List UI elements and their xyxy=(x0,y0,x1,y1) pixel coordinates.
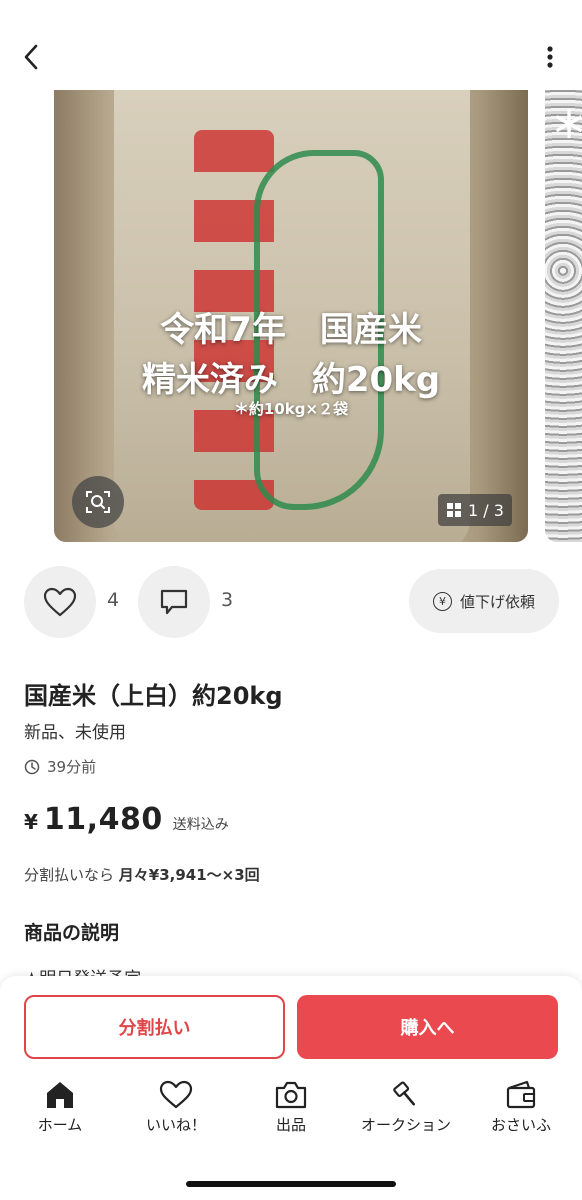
posted-time: 39分前 xyxy=(24,756,96,777)
shipping-note: 送料込み xyxy=(172,817,229,833)
product-condition: 新品、未使用 xyxy=(24,723,126,743)
tab-auction-label: オークション xyxy=(360,1116,451,1134)
next-photo-mark: ＊ xyxy=(551,96,582,148)
heart-icon xyxy=(43,587,77,617)
grid-icon xyxy=(447,503,462,517)
price-block: ¥ 11,480 送料込み xyxy=(24,802,229,837)
photo-counter-text: 1 / 3 xyxy=(468,500,504,520)
posted-time-text: 39分前 xyxy=(47,758,97,776)
price-request-button[interactable]: ¥ 値下げ依頼 xyxy=(409,569,559,633)
price-currency: ¥ xyxy=(24,810,38,834)
home-icon xyxy=(47,1082,73,1108)
tab-auction[interactable]: オークション xyxy=(348,1080,464,1135)
camera-icon xyxy=(275,1081,307,1109)
installment-info[interactable]: 分割払いなら 月々¥3,941〜×3回 xyxy=(24,864,260,885)
installment-value: 月々¥3,941〜×3回 xyxy=(118,866,260,884)
like-button[interactable] xyxy=(24,566,96,638)
photo-counter: 1 / 3 xyxy=(438,494,512,526)
like-count: 4 xyxy=(107,589,120,611)
image-search-button[interactable] xyxy=(72,476,124,528)
comment-count: 3 xyxy=(221,589,234,611)
price-request-label: 値下げ依頼 xyxy=(459,592,535,611)
tab-likes[interactable]: いいね！ xyxy=(118,1080,234,1135)
tab-wallet-label: おさいふ xyxy=(490,1116,551,1134)
product-photo[interactable]: 令和7年 国産米 精米済み 約20kg ＊約10kg×２袋 xyxy=(54,90,528,542)
photo-gallery[interactable]: 令和7年 国産米 精米済み 約20kg ＊約10kg×２袋 ＊ 1 / 3 xyxy=(0,90,582,542)
product-title: 国産米（上白）約20kg xyxy=(24,682,283,710)
split-pay-button[interactable]: 分割払い xyxy=(24,995,285,1059)
gavel-icon xyxy=(393,1081,416,1106)
image-search-icon xyxy=(86,491,110,513)
back-button[interactable] xyxy=(14,38,48,76)
buy-button[interactable]: 購入へ xyxy=(297,995,558,1059)
tab-wallet[interactable]: おさいふ xyxy=(463,1080,579,1135)
heart-icon xyxy=(159,1080,193,1109)
photo-caption-line1: 令和7年 国産米 xyxy=(160,310,422,350)
installment-prefix: 分割払いなら xyxy=(24,866,115,884)
tab-bar: ホーム いいね！ 出品 オークション おさいふ xyxy=(0,1080,582,1150)
clock-icon xyxy=(24,759,40,774)
action-row: 4 3 ¥ 値下げ依頼 xyxy=(0,566,582,638)
next-photo-preview[interactable]: ＊ xyxy=(545,90,582,542)
tab-likes-label: いいね！ xyxy=(145,1116,206,1134)
chevron-left-icon xyxy=(24,44,38,70)
price-amount: 11,480 xyxy=(43,802,163,837)
tab-sell[interactable]: 出品 xyxy=(233,1080,349,1135)
tab-home[interactable]: ホーム xyxy=(2,1080,118,1135)
tab-sell-label: 出品 xyxy=(275,1116,306,1134)
home-indicator xyxy=(186,1181,396,1187)
description-heading: 商品の説明 xyxy=(24,922,120,944)
top-bar xyxy=(0,0,582,90)
bottom-sheet: 分割払い 購入へ ホーム いいね！ 出品 オークション おさいふ xyxy=(0,976,582,1200)
comment-button[interactable] xyxy=(138,566,210,638)
photo-caption-line3: ＊約10kg×２袋 xyxy=(233,400,349,418)
photo-caption-line2: 精米済み 約20kg xyxy=(141,360,441,400)
yen-icon: ¥ xyxy=(432,591,452,611)
tab-home-label: ホーム xyxy=(37,1116,83,1134)
more-options-button[interactable] xyxy=(540,40,560,74)
wallet-icon xyxy=(506,1080,536,1109)
vertical-ellipsis-icon xyxy=(547,46,553,68)
comment-icon xyxy=(160,589,188,615)
